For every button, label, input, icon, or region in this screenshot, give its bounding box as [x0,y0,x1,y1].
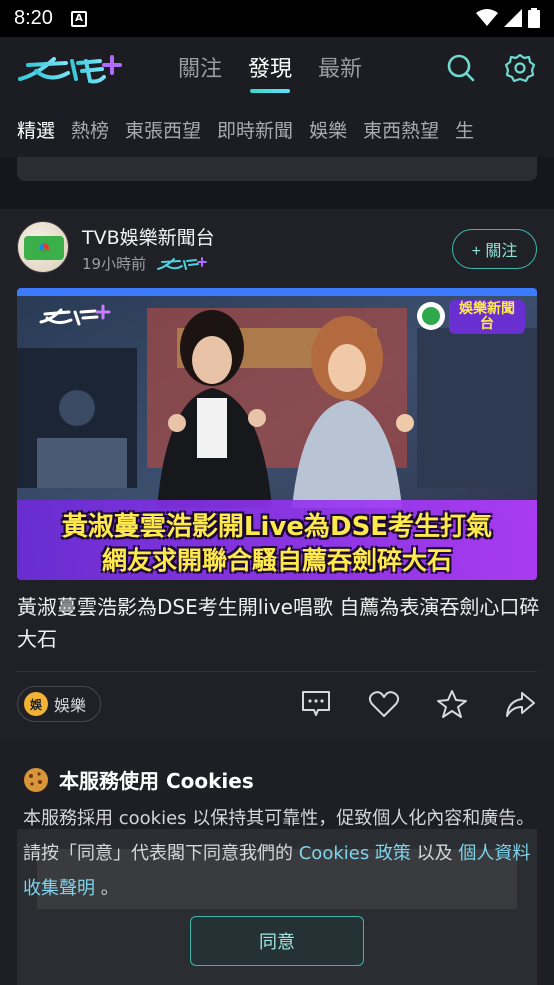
thumbnail-badge: 娛樂新聞台 [459,301,515,332]
logo-graphic [18,55,122,84]
category-tung-cheung[interactable]: 東張西望 [125,116,201,143]
thumbnail-caption-line2: 網友求開聯合騷自薦吞劍碎大石 [101,546,452,575]
follow-button[interactable]: + 關注 [452,229,537,269]
battery-icon [528,8,540,28]
category-instant-news[interactable]: 即時新聞 [217,116,293,143]
search-icon[interactable] [446,53,476,83]
comment-icon[interactable] [300,689,332,719]
category-entertainment[interactable]: 娛樂 [309,116,347,143]
author-name[interactable]: TVB娛樂新聞台 [82,223,215,250]
category-life[interactable]: 生 [455,116,474,143]
tab-discover[interactable]: 發現 [248,51,292,93]
signal-icon [504,9,522,27]
tab-latest[interactable]: 最新 [318,51,362,83]
status-bar: 8:20 A [0,0,554,37]
tag-label: 娛樂 [54,696,87,715]
notification-icon: A [70,10,87,27]
entertainment-icon: 娛 [24,692,48,716]
previous-card [17,157,537,181]
post-meta: 19小時前 [82,253,208,274]
cookie-policy-link[interactable]: Cookies 政策 [299,843,411,864]
category-featured[interactable]: 精選 [17,116,55,143]
app-header: 關注 發現 最新 [0,37,554,99]
tab-following[interactable]: 關注 [178,51,222,83]
divider [17,671,537,672]
like-icon[interactable] [368,689,400,719]
share-icon[interactable] [504,689,536,719]
source-logo-icon [157,256,208,270]
status-icons [476,8,540,28]
tag-entertainment[interactable]: 娛 娛樂 [17,686,102,722]
cookie-text-2: 以及 [416,843,453,864]
top-tabs: 關注 發現 最新 [178,51,362,93]
favorite-icon[interactable] [436,689,468,719]
post-time: 19小時前 [82,255,147,273]
category-bar: 精選 熱榜 東張西望 即時新聞 娛樂 東西熱望 生 [0,99,554,157]
cookie-text-3: 。 [100,878,119,899]
post-card[interactable]: TVB娛樂新聞台 19小時前 + 關注 娛樂新聞台 黃淑蔓雲浩影開Live為DS… [0,209,554,739]
thumbnail-caption-line1: 黃淑蔓雲浩影開Live為DSE考生打氣 [61,512,493,542]
category-hot[interactable]: 熱榜 [71,116,109,143]
cookie-body: 本服務採用 cookies 以保持其可靠性，促致個人化內容和廣告。請按「同意」代… [23,801,535,906]
avatar[interactable] [17,221,69,273]
tvb-logo-icon [24,236,64,260]
category-tung-sai[interactable]: 東西熱望 [363,116,439,143]
settings-icon[interactable] [505,53,535,83]
agree-button[interactable]: 同意 [190,916,364,966]
cookie-icon [24,767,48,792]
cookie-title: 本服務使用 Cookies [59,769,254,793]
post-thumbnail[interactable]: 娛樂新聞台 黃淑蔓雲浩影開Live為DSE考生打氣 網友求開聯合騷自薦吞劍碎大石 [17,288,537,580]
app-logo[interactable] [16,49,126,93]
post-title[interactable]: 黃淑蔓雲浩影為DSE考生開live唱歌 自薦為表演吞劍心口碎大石 [17,591,541,655]
wifi-icon [476,9,498,26]
status-time: 8:20 [14,7,53,29]
cookie-banner: 本服務使用 Cookies 本服務採用 cookies 以保持其可靠性，促致個人… [0,739,554,985]
